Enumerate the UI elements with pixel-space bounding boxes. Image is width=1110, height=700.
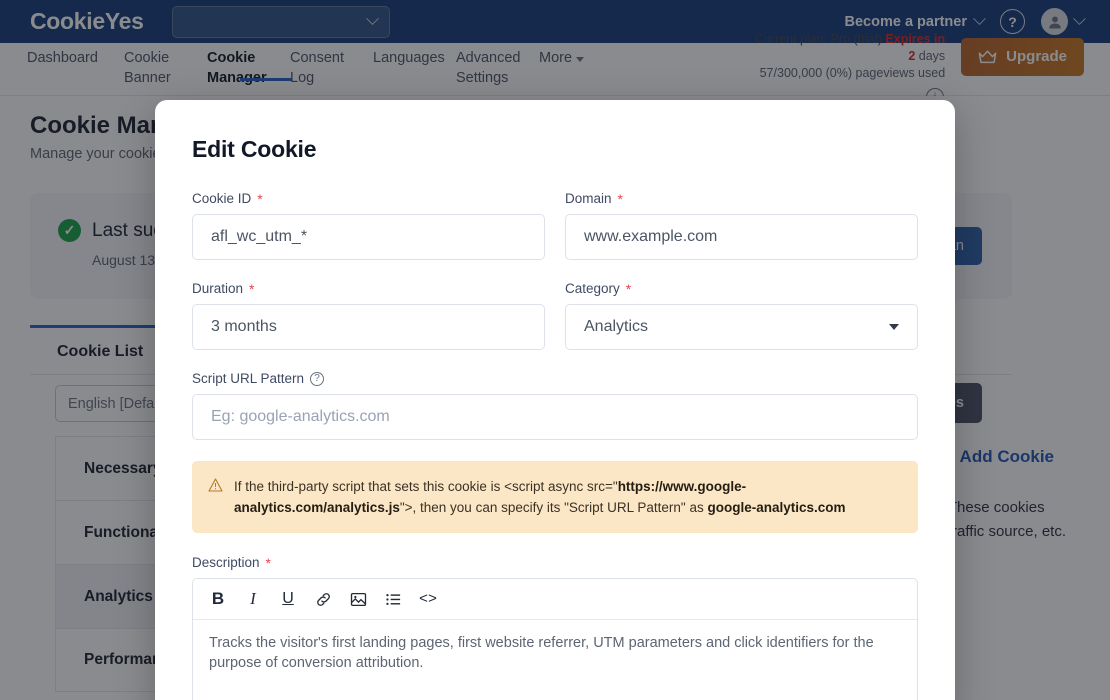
script-url-field: Script URL Pattern ? Eg: google-analytic… xyxy=(192,371,918,440)
edit-cookie-dialog: Edit Cookie Cookie ID * afl_wc_utm_* Dom… xyxy=(155,100,955,700)
duration-label-row: Duration * xyxy=(192,281,545,296)
duration-field-group: Duration * 3 months xyxy=(192,281,545,371)
required-asterisk: * xyxy=(625,280,632,297)
script-url-hint-alert: If the third-party script that sets this… xyxy=(192,461,918,533)
underline-icon[interactable]: U xyxy=(273,584,303,614)
bullet-list-icon[interactable] xyxy=(378,584,408,614)
description-field: Description * B I U <> Tracks the visito… xyxy=(192,555,918,700)
description-editor: B I U <> Tracks the visitor's first land… xyxy=(192,578,918,700)
code-icon[interactable]: <> xyxy=(413,584,443,614)
domain-input[interactable]: www.example.com xyxy=(565,214,918,260)
dialog-body: Edit Cookie Cookie ID * afl_wc_utm_* Dom… xyxy=(155,100,955,700)
category-select-value: Analytics xyxy=(584,318,649,335)
script-url-input[interactable]: Eg: google-analytics.com xyxy=(192,394,918,440)
required-asterisk: * xyxy=(257,190,263,207)
cookie-id-label-row: Cookie ID * xyxy=(192,191,545,206)
editor-toolbar: B I U <> xyxy=(193,579,917,620)
script-url-label-row: Script URL Pattern ? xyxy=(192,371,918,386)
dialog-title: Edit Cookie xyxy=(192,136,317,162)
help-circle-icon[interactable]: ? xyxy=(310,371,325,386)
domain-field: Domain * www.example.com xyxy=(565,191,918,260)
description-label: Description xyxy=(192,555,260,570)
alert-text: If the third-party script that sets this… xyxy=(234,476,900,518)
form-row-1: Cookie ID * afl_wc_utm_* Domain * www.ex… xyxy=(192,191,918,281)
italic-icon[interactable]: I xyxy=(238,584,268,614)
chevron-down-icon xyxy=(889,324,899,330)
domain-label: Domain xyxy=(565,191,612,206)
duration-input[interactable]: 3 months xyxy=(192,304,545,350)
image-icon[interactable] xyxy=(343,584,373,614)
cookie-id-label: Cookie ID xyxy=(192,191,252,206)
alert-bold-pattern: google-analytics.com xyxy=(707,500,846,515)
form-row-2: Duration * 3 months Category * Analytics xyxy=(192,281,918,371)
domain-field-group: Domain * www.example.com xyxy=(565,191,918,281)
domain-label-row: Domain * xyxy=(565,191,918,206)
category-select[interactable]: Analytics xyxy=(565,304,918,350)
duration-label: Duration xyxy=(192,281,244,296)
duration-field: Duration * 3 months xyxy=(192,281,545,350)
required-asterisk: * xyxy=(265,554,271,571)
script-url-label: Script URL Pattern xyxy=(192,371,305,386)
bold-icon[interactable]: B xyxy=(203,584,233,614)
description-textarea[interactable]: Tracks the visitor's first landing pages… xyxy=(193,620,917,700)
cookie-id-input[interactable]: afl_wc_utm_* xyxy=(192,214,545,260)
warning-triangle-icon xyxy=(208,478,223,492)
category-field-group: Category * Analytics xyxy=(565,281,918,371)
category-label: Category xyxy=(565,281,620,296)
required-asterisk: * xyxy=(617,190,623,207)
cookie-id-field-group: Cookie ID * afl_wc_utm_* xyxy=(192,191,545,281)
category-field: Category * Analytics xyxy=(565,281,918,350)
required-asterisk: * xyxy=(249,280,255,297)
alert-part-2: ">, then you can specify its "Script URL… xyxy=(399,500,708,515)
category-label-row: Category * xyxy=(565,281,918,296)
cookie-id-field: Cookie ID * afl_wc_utm_* xyxy=(192,191,545,260)
description-label-row: Description * xyxy=(192,555,918,570)
link-icon[interactable] xyxy=(308,584,338,614)
app-root: CookieYes Become a partner ? xyxy=(0,0,1110,700)
alert-part-1: If the third-party script that sets this… xyxy=(234,479,618,494)
